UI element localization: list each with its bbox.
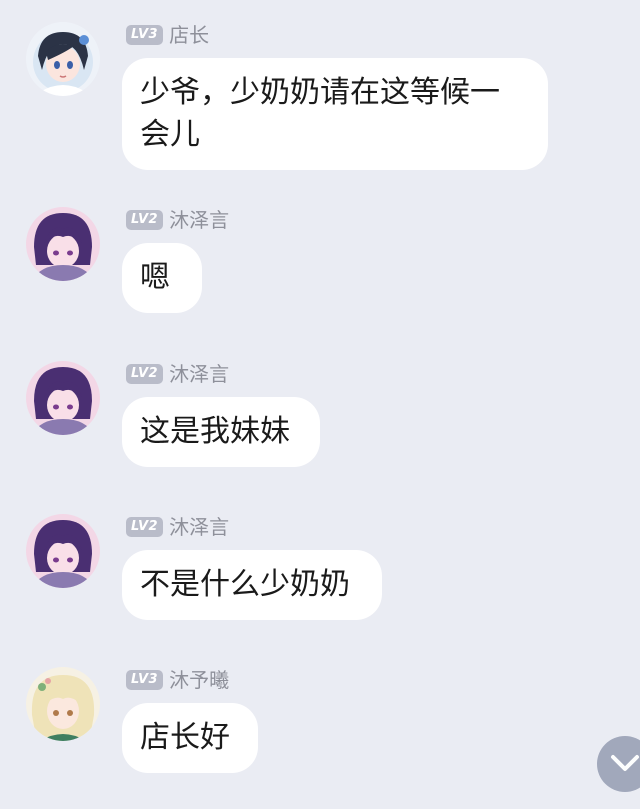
shop-manager-avatar-icon	[26, 22, 100, 96]
sender-name[interactable]: 沐予曦	[169, 668, 229, 692]
user-avatar[interactable]	[26, 22, 100, 96]
chat-message-list[interactable]: LV3 店长 少爷，少奶奶请在这等候一 会儿 LV2 沐泽言 嗯 LV2 沐泽言…	[0, 0, 640, 809]
level-badge: LV2	[126, 210, 164, 230]
muzeyan-avatar-icon	[26, 361, 100, 435]
level-badge: LV2	[126, 517, 164, 537]
message-bubble[interactable]: 不是什么少奶奶	[122, 550, 382, 620]
sender-name[interactable]: 沐泽言	[169, 515, 229, 539]
user-avatar[interactable]	[26, 361, 100, 435]
sender-name[interactable]: 沐泽言	[169, 208, 229, 232]
muyuxi-avatar-icon	[26, 667, 100, 741]
chevron-down-icon	[611, 755, 639, 771]
message-bubble[interactable]: 嗯	[122, 243, 202, 313]
level-badge: LV3	[126, 670, 164, 690]
message-meta: LV2 沐泽言	[126, 362, 229, 386]
level-badge: LV3	[126, 25, 164, 45]
user-avatar[interactable]	[26, 207, 100, 281]
message-meta: LV2 沐泽言	[126, 515, 229, 539]
sender-name[interactable]: 沐泽言	[169, 362, 229, 386]
level-badge: LV2	[126, 364, 164, 384]
muzeyan-avatar-icon	[26, 514, 100, 588]
message-meta: LV3 沐予曦	[126, 668, 229, 692]
message-bubble[interactable]: 店长好	[122, 703, 258, 773]
message-meta: LV2 沐泽言	[126, 208, 229, 232]
sender-name[interactable]: 店长	[169, 23, 209, 47]
message-meta: LV3 店长	[126, 23, 209, 47]
muzeyan-avatar-icon	[26, 207, 100, 281]
user-avatar[interactable]	[26, 667, 100, 741]
message-bubble[interactable]: 少爷，少奶奶请在这等候一 会儿	[122, 58, 548, 170]
user-avatar[interactable]	[26, 514, 100, 588]
message-bubble[interactable]: 这是我妹妹	[122, 397, 320, 467]
